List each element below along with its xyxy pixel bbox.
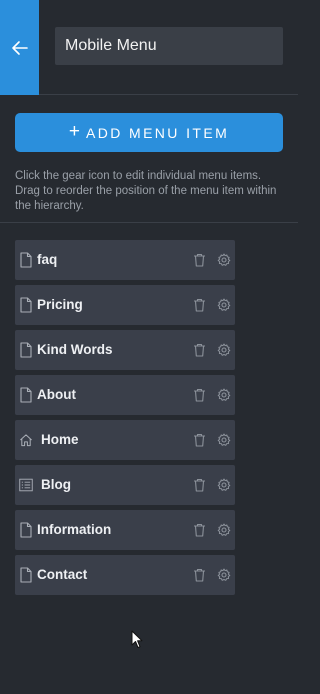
page-icon (19, 522, 33, 538)
page-icon (19, 387, 33, 403)
menu-item-pricing[interactable]: Pricing (15, 285, 235, 325)
menu-item-label: Contact (37, 567, 88, 582)
gear-icon[interactable] (217, 433, 231, 447)
arrow-left-icon (11, 40, 28, 55)
menu-item-label: Information (37, 522, 112, 537)
gear-icon[interactable] (217, 388, 231, 402)
menu-items-list: faq Pricing Kind Words About Home Blog Informa… (15, 240, 235, 600)
menu-item-home[interactable]: Home (15, 420, 235, 460)
menu-item-blog[interactable]: Blog (15, 465, 235, 505)
menu-item-label: Pricing (37, 297, 83, 312)
menu-item-label: Home (41, 432, 79, 447)
menu-item-label: Blog (41, 477, 71, 492)
gear-icon[interactable] (217, 478, 231, 492)
menu-item-label: Kind Words (37, 342, 113, 357)
gear-icon[interactable] (217, 298, 231, 312)
trash-icon[interactable] (193, 568, 206, 582)
help-text: Click the gear icon to edit individual m… (15, 170, 277, 212)
trash-icon[interactable] (193, 478, 206, 492)
gear-icon[interactable] (217, 568, 231, 582)
menu-item-about[interactable]: About (15, 375, 235, 415)
gear-icon[interactable] (217, 253, 231, 267)
menu-item-faq[interactable]: faq (15, 240, 235, 280)
menu-item-information[interactable]: Information (15, 510, 235, 550)
home-icon (19, 432, 33, 448)
trash-icon[interactable] (193, 388, 206, 402)
trash-icon[interactable] (193, 298, 206, 312)
back-button[interactable] (0, 0, 39, 95)
page-icon (19, 567, 33, 583)
plus-icon: + (68, 121, 80, 142)
menu-item-kind-words[interactable]: Kind Words (15, 330, 235, 370)
blog-list-icon (19, 477, 33, 493)
menu-item-label: About (37, 387, 76, 402)
menu-item-contact[interactable]: Contact (15, 555, 235, 595)
trash-icon[interactable] (193, 433, 206, 447)
panel-header: Mobile Menu (0, 0, 298, 95)
trash-icon[interactable] (193, 253, 206, 267)
add-menu-item-button[interactable]: + ADD MENU ITEM (15, 113, 283, 152)
trash-icon[interactable] (193, 523, 206, 537)
menu-title-value: Mobile Menu (65, 37, 157, 54)
page-icon (19, 252, 33, 268)
gear-icon[interactable] (217, 523, 231, 537)
trash-icon[interactable] (193, 343, 206, 357)
menu-title-input[interactable]: Mobile Menu (55, 27, 283, 65)
page-icon (19, 297, 33, 313)
add-menu-item-label: ADD MENU ITEM (85, 124, 230, 141)
page-icon (19, 342, 33, 358)
mouse-cursor-icon (131, 630, 143, 648)
gear-icon[interactable] (217, 343, 231, 357)
menu-item-label: faq (37, 252, 58, 267)
divider (0, 222, 298, 223)
